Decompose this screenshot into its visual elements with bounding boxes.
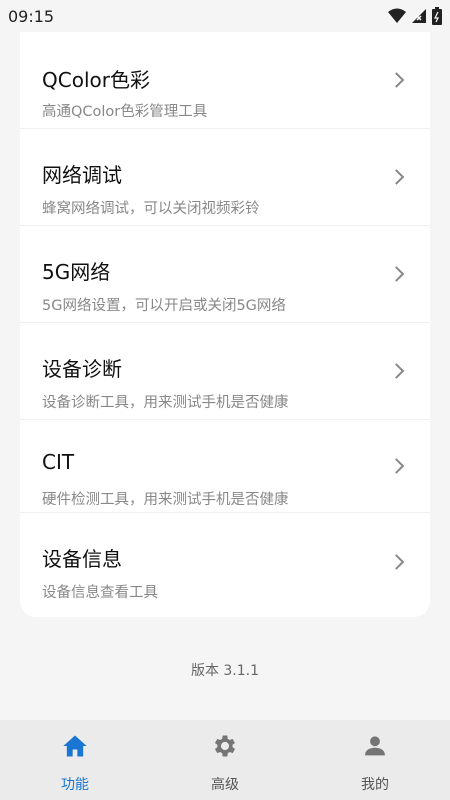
list-item-qcolor[interactable]: QColor色彩 高通QColor色彩管理工具: [20, 32, 430, 129]
wifi-icon: [388, 8, 406, 23]
battery-icon: [432, 7, 442, 25]
chevron-right-icon: [388, 553, 405, 570]
item-subtitle: 设备诊断工具，用来测试手机是否健康: [42, 395, 289, 411]
item-subtitle: 高通QColor色彩管理工具: [42, 104, 208, 120]
tools-card: QColor色彩 高通QColor色彩管理工具 网络调试 蜂窝网络调试，可以关闭…: [20, 32, 430, 617]
list-item-device-diagnosis[interactable]: 设备诊断 设备诊断工具，用来测试手机是否健康: [20, 323, 430, 420]
item-title: 设备诊断: [42, 357, 122, 381]
item-subtitle: 硬件检测工具，用来测试手机是否健康: [42, 492, 289, 508]
item-title: 设备信息: [42, 547, 122, 571]
nav-label: 我的: [361, 777, 389, 793]
list-item-cit[interactable]: CIT 硬件检测工具，用来测试手机是否健康: [20, 420, 430, 513]
item-subtitle: 5G网络设置，可以开启或关闭5G网络: [42, 298, 286, 314]
nav-item-advanced[interactable]: 高级: [150, 720, 300, 800]
signal-icon: [412, 9, 426, 23]
item-subtitle: 蜂窝网络调试，可以关闭视频彩铃: [42, 201, 260, 217]
list-item-device-info[interactable]: 设备信息 设备信息查看工具: [20, 513, 430, 610]
item-subtitle: 设备信息查看工具: [42, 585, 158, 601]
bottom-nav: 功能 高级 我的: [0, 720, 450, 800]
nav-label: 功能: [61, 777, 89, 793]
version-label: 版本 3.1.1: [190, 663, 260, 679]
status-bar: 09:15: [0, 0, 450, 32]
status-icons: [388, 7, 442, 25]
chevron-right-icon: [388, 72, 405, 88]
item-title: 网络调试: [42, 163, 122, 187]
item-title: QColor色彩: [42, 68, 150, 92]
person-icon: [365, 736, 385, 756]
chevron-right-icon: [388, 458, 405, 474]
chevron-right-icon: [388, 169, 405, 185]
nav-item-mine[interactable]: 我的: [300, 720, 450, 800]
home-icon: [63, 735, 87, 757]
list-item-5g-network[interactable]: 5G网络 5G网络设置，可以开启或关闭5G网络: [20, 226, 430, 323]
item-title: 5G网络: [42, 260, 111, 284]
item-title: CIT: [42, 450, 75, 474]
status-time: 09:15: [8, 6, 55, 26]
chevron-right-icon: [388, 363, 405, 379]
chevron-right-icon: [388, 266, 405, 282]
list-item-network-debug[interactable]: 网络调试 蜂窝网络调试，可以关闭视频彩铃: [20, 129, 430, 226]
nav-label: 高级: [211, 777, 239, 793]
gear-icon: [214, 735, 236, 757]
nav-item-functions[interactable]: 功能: [0, 720, 150, 800]
